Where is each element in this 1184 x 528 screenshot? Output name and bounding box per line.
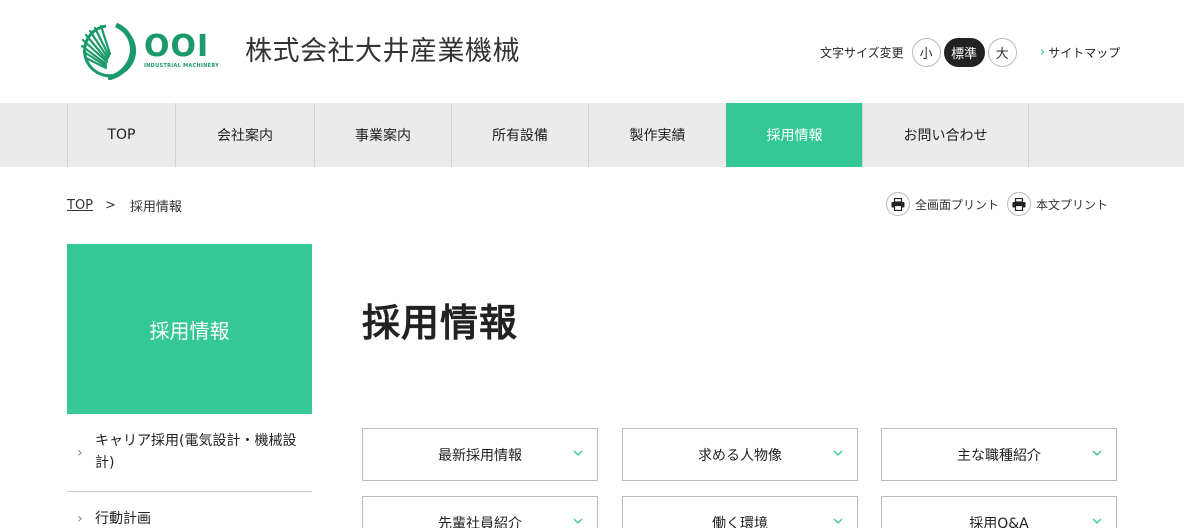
logo-wordmark: OOI (144, 29, 210, 64)
chevron-right-icon: › (77, 445, 83, 461)
company-logo[interactable]: OOI INDUSTRIAL MACHINERY (76, 22, 219, 80)
nav-item-works[interactable]: 製作実績 (588, 103, 726, 167)
sidebar-item-label: 行動計画 (95, 511, 151, 527)
font-size-label: 文字サイズ変更 (820, 46, 904, 60)
printer-icon (886, 192, 910, 216)
anchor-latest-recruit[interactable]: 最新採用情報 (362, 428, 598, 481)
print-body-button[interactable]: 本文プリント (1007, 192, 1108, 216)
anchor-label: 主な職種紹介 (957, 447, 1041, 464)
printer-icon (1007, 192, 1031, 216)
anchor-label: 求める人物像 (698, 447, 782, 464)
breadcrumb-current: 採用情報 (129, 200, 182, 215)
sidebar-item-career[interactable]: › キャリア採用(電気設計・機械設計) (67, 430, 312, 474)
sitemap-label: サイトマップ (1048, 46, 1121, 60)
anchor-work-environment[interactable]: 働く環境 (622, 496, 858, 528)
chevron-down-icon (1092, 518, 1102, 524)
chevron-down-icon (1092, 450, 1102, 456)
chevron-down-icon (573, 518, 583, 524)
anchor-label: 働く環境 (712, 515, 768, 528)
company-name: 株式会社大井産業機械 (245, 36, 520, 67)
print-full-label: 全画面プリント (915, 197, 1000, 212)
chevron-down-icon (833, 450, 843, 456)
nav-item-company[interactable]: 会社案内 (175, 103, 314, 167)
anchor-label: 採用Q&A (969, 515, 1029, 528)
anchor-label: 先輩社員紹介 (438, 515, 522, 528)
print-body-label: 本文プリント (1036, 197, 1109, 212)
chevron-down-icon (573, 450, 583, 456)
breadcrumb: TOP > 採用情報 (67, 196, 182, 215)
font-size-standard-button[interactable]: 標準 (943, 38, 985, 67)
sidebar-item-label: キャリア採用(電気設計・機械設計) (95, 433, 297, 471)
anchor-senior-staff[interactable]: 先輩社員紹介 (362, 496, 598, 528)
site-header: OOI INDUSTRIAL MACHINERY 株式会社大井産業機械 文字サイ… (0, 0, 1184, 103)
nav-divider (1028, 103, 1029, 167)
anchor-ideal-candidate[interactable]: 求める人物像 (622, 428, 858, 481)
logo-tagline: INDUSTRIAL MACHINERY (144, 63, 220, 69)
anchor-recruit-faq[interactable]: 採用Q&A (881, 496, 1117, 528)
nav-item-equipment[interactable]: 所有設備 (451, 103, 588, 167)
font-size-switcher: 文字サイズ変更 小 標準 大 (820, 38, 1020, 67)
breadcrumb-separator: > (105, 198, 116, 213)
chevron-right-icon: › (1040, 45, 1046, 60)
sidebar-divider (67, 491, 312, 492)
chevron-down-icon (833, 518, 843, 524)
anchor-job-types[interactable]: 主な職種紹介 (881, 428, 1117, 481)
sidebar-item-action-plan[interactable]: › 行動計画 (67, 508, 312, 528)
nav-item-business[interactable]: 事業案内 (314, 103, 451, 167)
logo-mark-icon (80, 22, 137, 80)
anchor-label: 最新採用情報 (438, 447, 522, 464)
nav-item-recruit[interactable]: 採用情報 (726, 103, 862, 167)
nav-item-top[interactable]: TOP (67, 103, 175, 167)
font-size-small-button[interactable]: 小 (911, 38, 941, 67)
global-nav: TOP 会社案内 事業案内 所有設備 製作実績 採用情報 お問い合わせ (0, 103, 1184, 167)
sitemap-link[interactable]: › サイトマップ (1040, 44, 1120, 61)
page-title: 採用情報 (362, 300, 519, 345)
nav-item-contact[interactable]: お問い合わせ (862, 103, 1028, 167)
font-size-large-button[interactable]: 大 (987, 38, 1017, 67)
sidebar-title[interactable]: 採用情報 (67, 244, 312, 414)
print-full-button[interactable]: 全画面プリント (886, 192, 999, 216)
chevron-right-icon: › (77, 511, 83, 527)
breadcrumb-top-link[interactable]: TOP (67, 198, 93, 213)
